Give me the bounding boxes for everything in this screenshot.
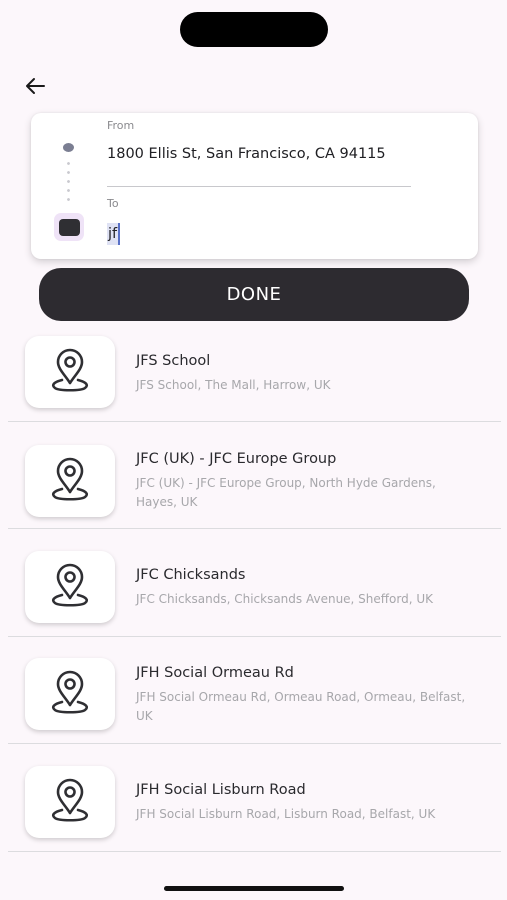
result-icon-tile <box>25 445 115 517</box>
location-pin-icon <box>51 778 89 822</box>
location-pin-icon <box>51 670 89 714</box>
screen: From 1800 Ellis St, San Francisco, CA 94… <box>0 0 507 900</box>
result-icon-tile <box>25 658 115 730</box>
search-results-list: JFS School JFS School, The Mall, Harrow,… <box>8 330 501 852</box>
result-icon-tile <box>25 336 115 408</box>
route-dotted-line <box>67 159 70 207</box>
result-title: JFC (UK) - JFC Europe Group <box>136 451 337 467</box>
result-subtitle: JFC (UK) - JFC Europe Group, North Hyde … <box>136 476 436 509</box>
origin-dot-icon <box>63 143 74 152</box>
search-result-item[interactable]: JFC (UK) - JFC Europe Group JFC (UK) - J… <box>8 422 501 529</box>
location-pin-icon <box>51 563 89 607</box>
search-result-item[interactable]: JFC Chicksands JFC Chicksands, Chicksand… <box>8 529 501 637</box>
home-indicator[interactable] <box>164 886 344 891</box>
search-result-item[interactable]: JFH Social Ormeau Rd JFH Social Ormeau R… <box>8 637 501 744</box>
to-label: To <box>107 197 119 210</box>
result-subtitle: JFH Social Lisburn Road, Lisburn Road, B… <box>136 807 436 821</box>
search-result-item[interactable]: JFH Social Lisburn Road JFH Social Lisbu… <box>8 744 501 852</box>
result-subtitle: JFH Social Ormeau Rd, Ormeau Road, Ormea… <box>136 690 466 723</box>
location-pin-icon <box>51 348 89 392</box>
result-subtitle: JFS School, The Mall, Harrow, UK <box>136 378 331 392</box>
back-button[interactable] <box>18 72 52 100</box>
result-title: JFC Chicksands <box>136 567 246 583</box>
back-arrow-icon <box>26 78 45 94</box>
result-icon-tile <box>25 766 115 838</box>
result-title: JFH Social Lisburn Road <box>136 782 306 798</box>
from-input[interactable]: 1800 Ellis St, San Francisco, CA 94115 <box>107 146 411 168</box>
result-title: JFH Social Ormeau Rd <box>136 665 294 681</box>
location-pin-icon <box>51 457 89 501</box>
from-label: From <box>107 119 135 132</box>
result-title: JFS School <box>136 353 211 369</box>
destination-square-icon <box>54 213 84 241</box>
done-button[interactable]: DONE <box>39 268 469 321</box>
search-result-item[interactable]: JFS School JFS School, The Mall, Harrow,… <box>8 330 501 422</box>
to-input[interactable]: jf <box>107 223 121 245</box>
field-divider <box>107 186 411 187</box>
route-indicator <box>51 137 87 241</box>
dynamic-island <box>180 12 328 47</box>
result-icon-tile <box>25 551 115 623</box>
route-card: From 1800 Ellis St, San Francisco, CA 94… <box>31 113 478 259</box>
result-subtitle: JFC Chicksands, Chicksands Avenue, Sheff… <box>136 592 434 606</box>
